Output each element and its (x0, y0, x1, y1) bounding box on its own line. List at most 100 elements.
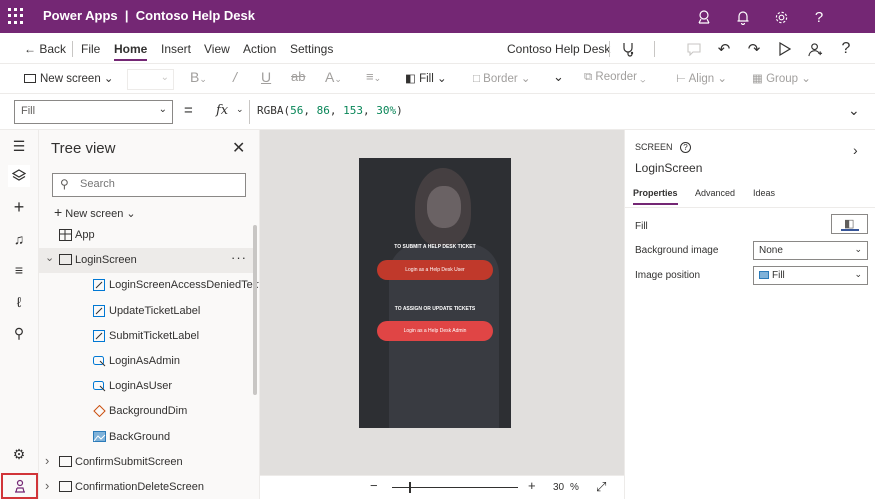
fill-button[interactable]: ◧ Fill ⌄ (405, 71, 447, 85)
search-icon[interactable]: ⚲ (8, 322, 30, 344)
virtual-agent-icon[interactable] (1, 473, 38, 499)
image-position-dropdown[interactable]: Fill ⌄ (753, 266, 868, 285)
menu-home[interactable]: Home (114, 42, 148, 61)
app-title: Power Apps | Contoso Help Desk (43, 8, 255, 23)
chevron-down-icon: ⌄ (854, 244, 862, 254)
text-align-icon[interactable]: ≡⌄ (366, 69, 381, 84)
zoom-out-button[interactable]: − (370, 478, 378, 493)
login-screen-preview[interactable]: TO SUBMIT A HELP DESK TICKET Login as a … (359, 158, 511, 428)
fill-color-picker[interactable]: ◧ (831, 214, 868, 234)
menu-settings[interactable]: Settings (290, 42, 333, 56)
app-name: Contoso Help Desk (135, 8, 255, 23)
app-launcher-icon[interactable] (8, 8, 24, 24)
preview-play-icon[interactable] (774, 38, 796, 60)
fx-button[interactable]: fx ⌄ (202, 100, 250, 124)
zoom-slider[interactable] (392, 482, 518, 493)
tree-node-label: UpdateTicketLabel (109, 305, 201, 317)
expand-formula-chevron-icon[interactable]: ⌄ (848, 102, 868, 122)
tree-node[interactable]: LoginScreenAccessDeniedText (39, 273, 259, 298)
menu-action[interactable]: Action (243, 42, 276, 56)
equals-sign: = (184, 102, 193, 119)
chevron-down-icon[interactable]: ⌄ (553, 69, 564, 85)
tab-properties[interactable]: Properties (633, 188, 678, 205)
login-as-admin-button[interactable]: Login as a Help Desk Admin (377, 321, 493, 341)
tree-node[interactable]: SubmitTicketLabel (39, 324, 256, 349)
variables-icon[interactable]: ℓ (8, 291, 30, 313)
redo-icon[interactable]: ↷ (743, 38, 765, 60)
tree-node-label: BackGround (109, 431, 171, 443)
expand-chevron-icon[interactable]: › (45, 453, 49, 468)
gear-icon[interactable] (770, 6, 792, 28)
bell-icon[interactable] (732, 6, 754, 28)
menu-file[interactable]: File (81, 42, 100, 56)
expand-chevron-icon[interactable]: › (45, 478, 49, 493)
media-icon[interactable]: ♫ (8, 228, 30, 250)
share-user-icon[interactable] (804, 38, 826, 60)
comment-icon[interactable] (683, 38, 705, 60)
group-button[interactable]: ▦ Group ⌄ (752, 71, 811, 85)
font-color-icon[interactable]: A⌄ (325, 69, 342, 85)
chevron-down-icon: ⌄ (236, 104, 244, 114)
app-checker-icon[interactable] (617, 38, 639, 60)
more-options-icon[interactable]: ··· (231, 250, 247, 265)
hamburger-menu-icon[interactable]: ☰ (8, 135, 30, 157)
button-icon (93, 355, 106, 367)
zoom-in-button[interactable]: + (528, 478, 536, 493)
undo-icon[interactable]: ↶ (713, 38, 735, 60)
chevron-down-icon: ⌄ (854, 269, 862, 279)
help-circle-icon[interactable]: ? (680, 142, 692, 153)
login-as-user-button[interactable]: Login as a Help Desk User (377, 260, 493, 280)
help-question-icon[interactable]: ? (835, 38, 857, 60)
tree-search-box[interactable]: ⚲ (52, 173, 246, 197)
update-ticket-label: TO ASSIGN OR UPDATE TICKETS (394, 306, 476, 312)
new-screen-button[interactable]: New screen ⌄ (24, 71, 114, 85)
tree-node[interactable]: App (39, 223, 256, 248)
menu-view[interactable]: View (204, 42, 230, 56)
tree-node[interactable]: UpdateTicketLabel (39, 299, 256, 324)
tree-view-title: Tree view (51, 140, 116, 157)
submit-ticket-label: TO SUBMIT A HELP DESK TICKET (394, 244, 476, 250)
tree-node[interactable]: › ConfirmSubmitScreen (39, 450, 256, 475)
background-image-dropdown[interactable]: None ⌄ (753, 241, 868, 260)
tree-view-layers-icon[interactable] (8, 165, 30, 187)
tab-advanced[interactable]: Advanced (695, 188, 735, 198)
tree-node[interactable]: BackGround (39, 425, 256, 450)
reorder-icon: ⧉ (584, 71, 593, 83)
formula-input[interactable]: RGBA(56, 86, 153, 30%) (257, 104, 403, 117)
collapse-chevron-icon[interactable]: ⌄ (45, 251, 54, 264)
tree-node[interactable]: BackgroundDim (39, 399, 256, 424)
zoom-slider-thumb[interactable] (409, 482, 411, 493)
properties-panel: SCREEN ? LoginScreen › Properties Advanc… (624, 130, 875, 499)
environment-icon[interactable] (693, 6, 715, 28)
border-button[interactable]: □ Border ⌄ (473, 71, 531, 85)
zoom-bar: − + 30 % ⤢ (260, 475, 624, 499)
strikethrough-icon[interactable]: ab (291, 69, 305, 84)
font-size-box[interactable]: ⌄ (127, 69, 174, 90)
tree-node[interactable]: › ConfirmationDeleteScreen (39, 475, 256, 499)
data-icon[interactable]: ≡ (8, 259, 30, 281)
help-icon[interactable]: ? (808, 6, 830, 28)
bold-icon[interactable]: B⌄ (190, 69, 207, 85)
menu-insert[interactable]: Insert (161, 42, 191, 56)
shape-icon (93, 404, 106, 418)
tree-node[interactable]: LoginAsAdmin (39, 349, 256, 374)
tree-node[interactable]: LoginAsUser (39, 374, 256, 399)
back-button[interactable]: ← Back (24, 42, 66, 56)
property-dropdown[interactable]: Fill ⌄ (14, 100, 173, 124)
underline-icon[interactable]: U (261, 69, 271, 85)
tree-search-input[interactable] (80, 178, 240, 190)
tree-scrollbar[interactable] (253, 225, 257, 395)
close-icon[interactable]: ✕ (232, 138, 245, 158)
italic-icon[interactable]: / (233, 69, 237, 85)
insert-plus-icon[interactable]: + (8, 196, 30, 218)
screen-name: LoginScreen (635, 161, 703, 175)
reorder-button[interactable]: ⧉ Reorder ⌄ (584, 71, 646, 84)
settings-gear-icon[interactable]: ⚙ (8, 443, 30, 465)
chevron-right-icon[interactable]: › (853, 142, 858, 158)
fit-to-window-icon[interactable]: ⤢ (596, 479, 606, 495)
tab-ideas[interactable]: Ideas (753, 188, 775, 198)
align-button[interactable]: ⊢ Align ⌄ (676, 71, 727, 85)
tree-node[interactable]: ⌄ LoginScreen ··· (39, 248, 256, 273)
background-dim-overlay (359, 158, 511, 428)
tree-new-screen-button[interactable]: + New screen ⌄ (54, 204, 136, 220)
